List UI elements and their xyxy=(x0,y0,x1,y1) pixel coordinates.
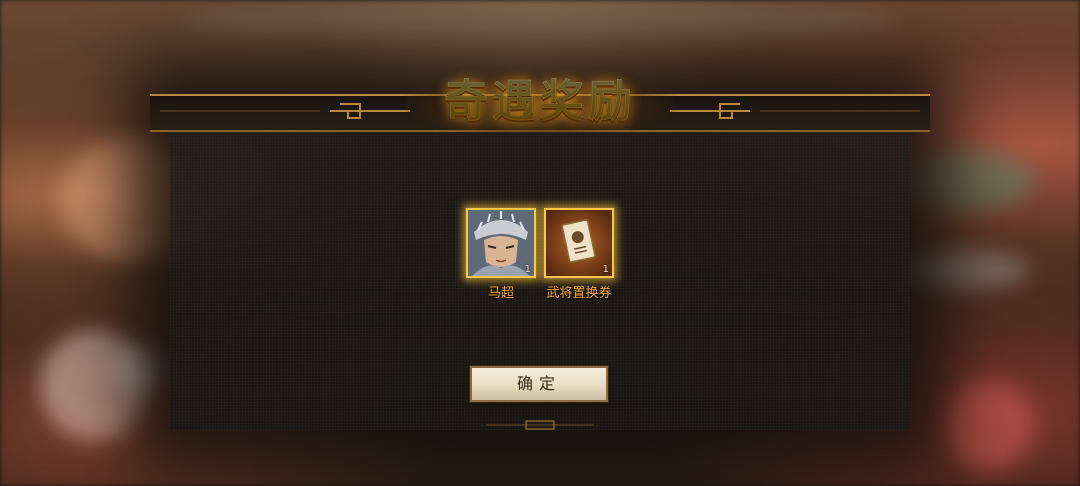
blurred-button xyxy=(115,345,165,395)
dialog-title: 奇遇奖励 xyxy=(405,72,675,132)
reward-item-machao[interactable]: 1 马超 xyxy=(466,208,536,301)
reward-list: 1 马超 1 武将置换券 xyxy=(466,208,626,301)
reward-frame: 1 xyxy=(544,208,614,278)
reward-count: 1 xyxy=(602,264,609,275)
blurred-label-right xyxy=(900,250,1030,290)
reward-name: 武将置换券 xyxy=(546,286,612,301)
bottom-ornament xyxy=(486,420,594,430)
confirm-button[interactable]: 确定 xyxy=(470,366,608,402)
reward-frame: 1 xyxy=(466,208,536,278)
reward-name: 马超 xyxy=(487,286,514,301)
reward-count: 1 xyxy=(524,264,531,275)
blurred-top-bar xyxy=(180,0,900,40)
blurred-panel-right xyxy=(905,150,1035,210)
left-header-ornament xyxy=(160,103,410,119)
blurred-avatar-right xyxy=(945,380,1035,470)
reward-item-exchange-ticket[interactable]: 1 武将置换券 xyxy=(544,208,614,301)
right-header-ornament xyxy=(670,103,920,119)
